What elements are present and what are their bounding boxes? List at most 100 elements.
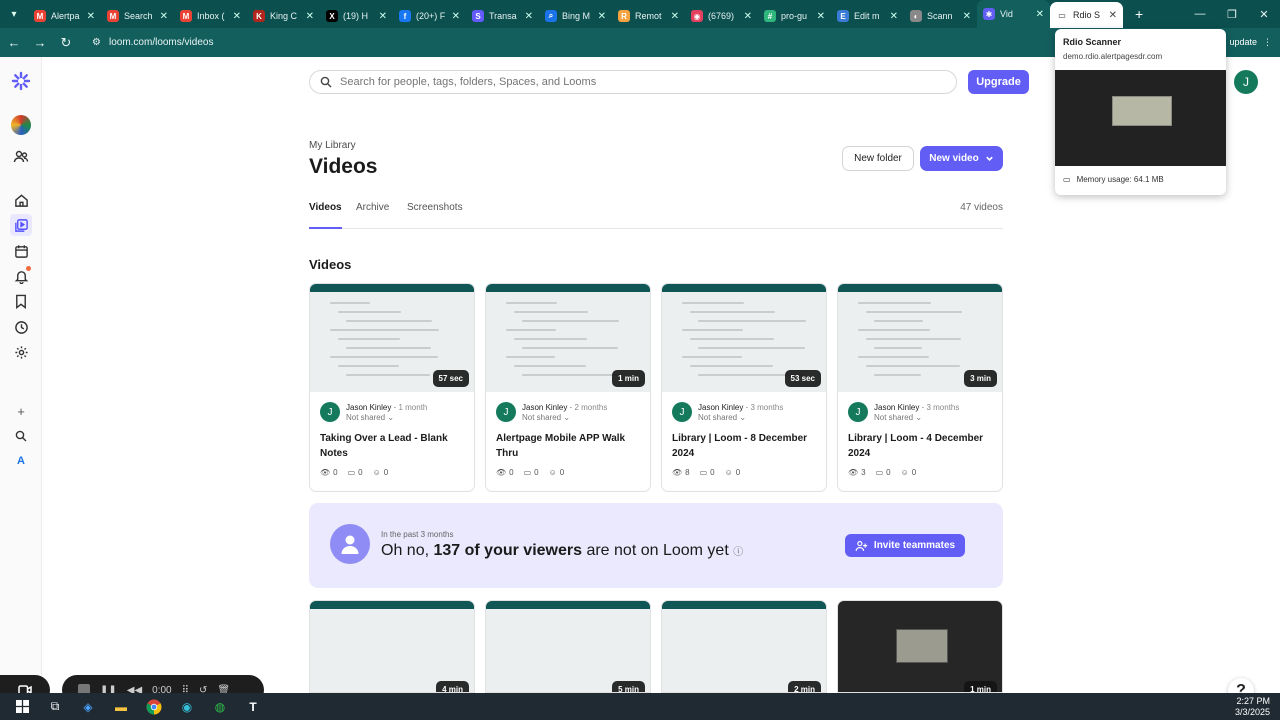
windows-start-icon[interactable] <box>11 696 33 718</box>
close-tab-icon[interactable]: ✕ <box>817 11 825 22</box>
close-tab-icon[interactable]: ✕ <box>379 11 387 22</box>
video-card[interactable]: 4 min <box>309 600 475 693</box>
video-thumbnail[interactable]: 53 sec <box>662 284 826 392</box>
browser-tab[interactable]: M Search ✕ <box>101 4 174 28</box>
close-window-button[interactable]: ✕ <box>1248 0 1280 28</box>
browser-tab[interactable]: f (20+) F ✕ <box>393 4 466 28</box>
browser-tab[interactable]: K King C ✕ <box>247 4 320 28</box>
sharing-dropdown[interactable]: Not shared ⌄ <box>698 413 746 422</box>
close-tab-icon[interactable]: ✕ <box>525 11 533 22</box>
back-button[interactable]: ← <box>2 31 26 55</box>
browser-tab[interactable]: M Inbox (✕ <box>174 4 247 28</box>
chrome-icon[interactable] <box>143 696 165 718</box>
add-plus-icon[interactable]: + <box>10 400 32 422</box>
members-icon[interactable] <box>10 146 32 168</box>
browser-tab[interactable]: R Remot ✕ <box>612 4 685 28</box>
close-tab-icon[interactable]: ✕ <box>87 11 95 22</box>
new-folder-button[interactable]: New folder <box>842 146 914 171</box>
browser-tab[interactable]: ✱ Vid ✕ <box>977 0 1050 28</box>
author-name[interactable]: Jason Kinley <box>346 403 391 412</box>
author-name[interactable]: Jason Kinley <box>698 403 743 412</box>
tab-screenshots[interactable]: Screenshots <box>407 202 463 229</box>
info-icon[interactable]: ⓘ <box>733 547 743 558</box>
video-title[interactable]: Library | Loom - 4 December 2024 <box>848 431 998 461</box>
reload-button[interactable]: ↻ <box>54 31 78 55</box>
new-video-button[interactable]: New video <box>920 146 1003 171</box>
home-icon[interactable] <box>10 189 32 211</box>
browser-tab[interactable]: # pro-gu ✕ <box>758 4 831 28</box>
video-card[interactable]: 2 min <box>661 600 827 693</box>
browser-tab[interactable]: ▭ Rdio S ✕ <box>1050 2 1123 28</box>
address-bar[interactable]: ⚙ loom.com/looms/videos <box>86 32 213 54</box>
forward-button[interactable]: → <box>28 31 52 55</box>
video-title[interactable]: Alertpage Mobile APP Walk Thru <box>496 431 646 461</box>
invite-teammates-button[interactable]: Invite teammates <box>845 534 965 557</box>
video-title[interactable]: Taking Over a Lead - Blank Notes <box>320 431 470 461</box>
calendar-icon[interactable] <box>10 240 32 262</box>
close-tab-icon[interactable]: ✕ <box>1036 9 1044 20</box>
tradingview-icon[interactable]: T <box>242 696 264 718</box>
chrome-update-button[interactable]: update ⋮ <box>1229 33 1272 51</box>
history-clock-icon[interactable] <box>10 316 32 338</box>
preview-thumbnail <box>1055 70 1226 166</box>
video-card[interactable]: 53 sec J Jason Kinley · 3 months Not shared… <box>661 283 827 492</box>
browser-tab[interactable]: ⌕ Bing M ✕ <box>539 4 612 28</box>
close-tab-icon[interactable]: ✕ <box>306 11 314 22</box>
close-tab-icon[interactable]: ✕ <box>1109 10 1117 21</box>
settings-gear-icon[interactable] <box>10 341 32 363</box>
bookmark-icon[interactable] <box>10 290 32 312</box>
browser-tab[interactable]: S Transa ✕ <box>466 4 539 28</box>
edge-icon[interactable]: ◉ <box>176 696 198 718</box>
tab-archive[interactable]: Archive <box>356 202 389 229</box>
kebab-menu-icon[interactable]: ⋮ <box>1263 37 1272 48</box>
close-tab-icon[interactable]: ✕ <box>744 11 752 22</box>
copilot-icon[interactable]: ◈ <box>77 696 99 718</box>
video-title[interactable]: Library | Loom - 8 December 2024 <box>672 431 822 461</box>
browser-tab[interactable]: ◐ Scann ✕ <box>904 4 977 28</box>
video-card[interactable]: 1 min J Jason Kinley · 2 months Not shared … <box>485 283 651 492</box>
video-card[interactable]: 1 min <box>837 600 1003 693</box>
author-name[interactable]: Jason Kinley <box>874 403 919 412</box>
video-thumbnail[interactable]: 1 min <box>486 284 650 392</box>
video-card[interactable]: 3 min J Jason Kinley · 3 months Not shared … <box>837 283 1003 492</box>
close-tab-icon[interactable]: ✕ <box>233 11 241 22</box>
sharing-dropdown[interactable]: Not shared ⌄ <box>522 413 570 422</box>
video-card[interactable]: 57 sec J Jason Kinley · 1 month Not shared … <box>309 283 475 492</box>
translate-icon[interactable]: A <box>10 450 32 472</box>
minimize-button[interactable]: — <box>1184 0 1216 28</box>
search-input[interactable] <box>340 76 900 88</box>
video-thumbnail[interactable]: 57 sec <box>310 284 474 392</box>
library-icon[interactable] <box>10 214 32 236</box>
upgrade-button[interactable]: Upgrade <box>968 70 1029 94</box>
maximize-button[interactable]: ❐ <box>1216 0 1248 28</box>
new-tab-button[interactable]: + <box>1135 6 1143 22</box>
close-tab-icon[interactable]: ✕ <box>452 11 460 22</box>
file-explorer-icon[interactable]: ▬ <box>110 696 132 718</box>
browser-tab[interactable]: M Alertpa ✕ <box>28 4 101 28</box>
close-tab-icon[interactable]: ✕ <box>671 11 679 22</box>
sharing-dropdown[interactable]: Not shared ⌄ <box>346 413 394 422</box>
task-view-icon[interactable]: ⧉ <box>44 696 66 718</box>
close-tab-icon[interactable]: ✕ <box>598 11 606 22</box>
video-card[interactable]: 5 min <box>485 600 651 693</box>
workspace-avatar[interactable] <box>10 114 32 136</box>
search-bar[interactable] <box>309 70 957 94</box>
loom-logo-icon[interactable] <box>10 70 32 92</box>
notifications-bell-icon[interactable] <box>10 265 32 287</box>
site-info-icon[interactable]: ⚙ <box>92 37 101 48</box>
user-avatar[interactable]: J <box>1234 70 1258 94</box>
tab-search-chevron-icon[interactable]: ▾ <box>0 0 28 28</box>
close-tab-icon[interactable]: ✕ <box>160 11 168 22</box>
tab-videos[interactable]: Videos <box>309 202 342 229</box>
video-thumbnail[interactable]: 3 min <box>838 284 1002 392</box>
close-tab-icon[interactable]: ✕ <box>963 11 971 22</box>
author-name[interactable]: Jason Kinley <box>522 403 567 412</box>
browser-tab[interactable]: E Edit m ✕ <box>831 4 904 28</box>
close-tab-icon[interactable]: ✕ <box>890 11 898 22</box>
browser-tab[interactable]: ◉ (6769) ✕ <box>685 4 758 28</box>
browser-tab[interactable]: X (19) H ✕ <box>320 4 393 28</box>
sharing-dropdown[interactable]: Not shared ⌄ <box>874 413 922 422</box>
search-icon[interactable] <box>10 425 32 447</box>
app-green-icon[interactable]: ◍ <box>209 696 231 718</box>
breadcrumb[interactable]: My Library <box>309 140 356 151</box>
